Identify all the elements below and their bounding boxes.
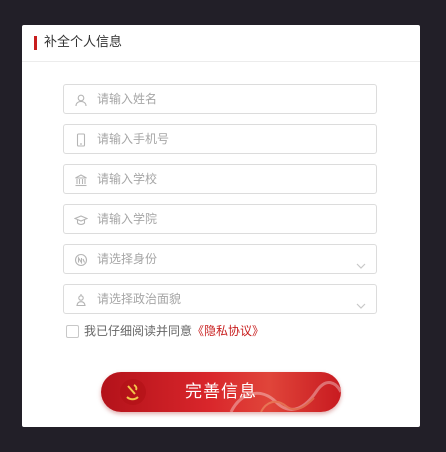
school-input[interactable]	[97, 165, 337, 193]
name-field[interactable]	[63, 84, 377, 114]
phone-field[interactable]	[63, 124, 377, 154]
complete-info-button[interactable]: 完善信息	[101, 372, 341, 412]
agreement-text: 我已仔细阅读并同意《隐私协议》	[84, 324, 264, 338]
user-icon	[74, 93, 88, 107]
agreement-prefix: 我已仔细阅读并同意	[84, 324, 193, 338]
title-accent-bar	[34, 36, 37, 50]
political-status-select[interactable]: 请选择政治面貌	[63, 284, 377, 314]
political-icon	[74, 293, 88, 307]
agreement-checkbox[interactable]	[66, 325, 79, 338]
college-field[interactable]	[63, 204, 377, 234]
school-icon	[74, 173, 88, 187]
chevron-down-icon	[356, 255, 366, 269]
profile-card: 补全个人信息 请输入姓名 请输入手机号 请输入学校 请输入学院 请选择身份 请选…	[22, 25, 420, 427]
identity-select-value: 请选择身份	[97, 252, 158, 266]
complete-info-label: 完善信息	[185, 382, 257, 402]
graduation-cap-icon	[74, 213, 88, 227]
name-input[interactable]	[97, 85, 337, 113]
political-select-value: 请选择政治面貌	[97, 292, 182, 306]
identity-select[interactable]: 请选择身份	[63, 244, 377, 274]
card-header: 补全个人信息	[22, 25, 420, 62]
phone-input[interactable]	[97, 125, 337, 153]
identity-icon	[74, 253, 88, 267]
page-title: 补全个人信息	[44, 35, 123, 50]
college-input[interactable]	[97, 205, 337, 233]
privacy-agreement-link[interactable]: 《隐私协议》	[192, 324, 264, 338]
chevron-down-icon	[356, 295, 366, 309]
school-field[interactable]	[63, 164, 377, 194]
phone-icon	[74, 133, 88, 147]
